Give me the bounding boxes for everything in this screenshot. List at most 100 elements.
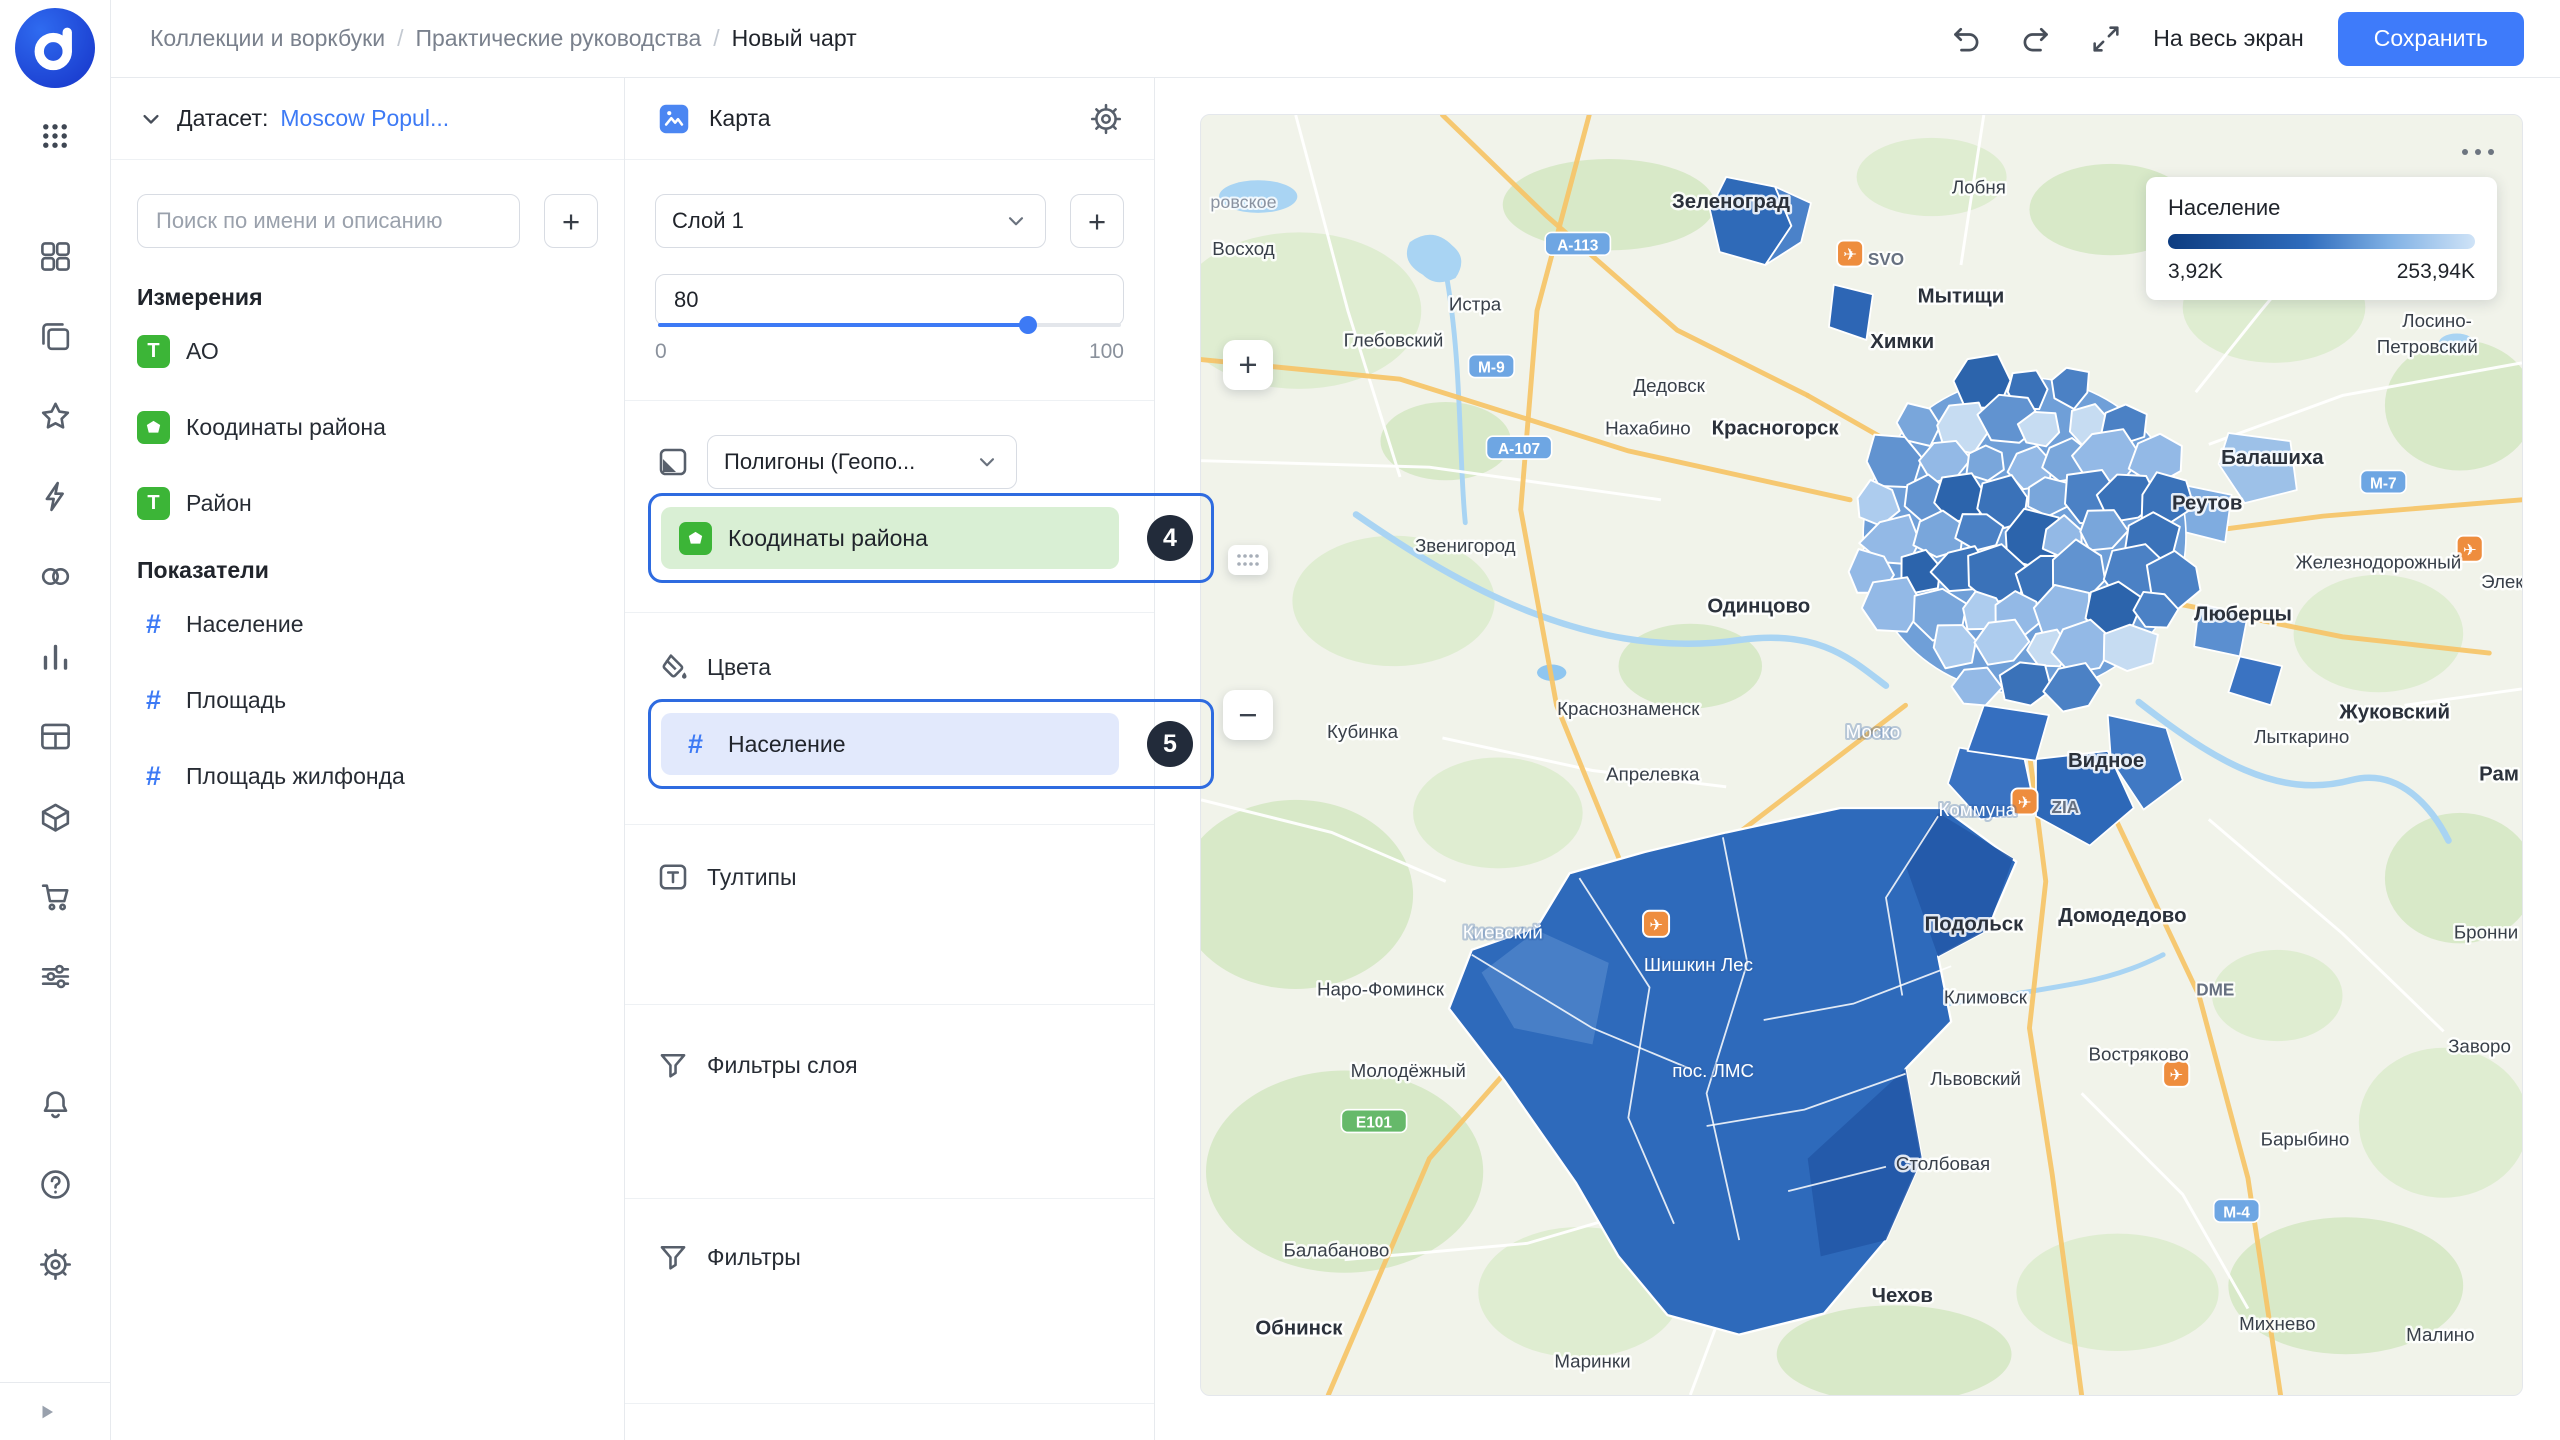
filters-section-row[interactable]: Фильтры: [655, 1231, 1124, 1283]
field-item[interactable]: TАО: [137, 333, 598, 369]
gear-icon[interactable]: [1088, 101, 1124, 137]
tooltip-icon: [655, 859, 691, 895]
content: Датасет: Moscow Popul... + Измерения TАО…: [111, 78, 2560, 1440]
field-label: Площадь: [186, 687, 286, 714]
topbar-actions: На весь экран Сохранить: [1943, 12, 2524, 66]
map-label: Одинцово: [1707, 595, 1810, 617]
map-label: Видное: [2068, 750, 2144, 772]
opacity-slider-track[interactable]: [658, 323, 1121, 327]
search-input[interactable]: [137, 194, 520, 248]
field-item[interactable]: #Площадь: [137, 682, 598, 718]
table-icon[interactable]: [23, 704, 87, 768]
divider: [625, 1198, 1154, 1199]
airplane-icon: ✈: [1843, 246, 1857, 264]
chevron-down-icon: [974, 449, 1000, 475]
map-label: Коммуна: [1939, 799, 2017, 820]
chevron-down-icon: [1003, 208, 1029, 234]
redo-icon[interactable]: [2013, 16, 2059, 62]
add-field-button[interactable]: +: [544, 194, 598, 248]
map-label: Краснознаменск: [1557, 698, 1700, 719]
layer-select[interactable]: Слой 1: [655, 194, 1046, 248]
field-item[interactable]: #Население: [137, 606, 598, 642]
rings-icon[interactable]: [23, 544, 87, 608]
lightning-icon[interactable]: [23, 464, 87, 528]
layer-opacity-control[interactable]: 80: [655, 274, 1124, 326]
fullscreen-label[interactable]: На весь экран: [2153, 25, 2304, 52]
add-layer-button[interactable]: +: [1070, 194, 1124, 248]
breadcrumb-item[interactable]: Практические руководства: [415, 25, 701, 52]
map-menu-button[interactable]: [2456, 143, 2500, 161]
rail-group-bottom: [23, 1072, 87, 1296]
zoom-in-button[interactable]: +: [1223, 340, 1273, 390]
tooltips-section-row[interactable]: Тултипы: [655, 851, 1124, 903]
bell-icon[interactable]: [23, 1072, 87, 1136]
box-icon[interactable]: [23, 784, 87, 848]
measures-title: Показатели: [111, 521, 624, 584]
map-label: Заворо: [2448, 1036, 2511, 1057]
fullscreen-icon[interactable]: [2083, 16, 2129, 62]
map-label: Киевский: [1463, 921, 1543, 942]
undo-icon[interactable]: [1943, 16, 1989, 62]
zoom-grip-handle[interactable]: [1228, 545, 1268, 575]
map-legend: Население 3,92K 253,94K: [2146, 177, 2497, 300]
chevron-down-icon[interactable]: [137, 105, 165, 133]
app-root: Коллекции и воркбуки / Практические руково…: [0, 0, 2560, 1440]
save-button[interactable]: Сохранить: [2338, 12, 2524, 66]
colors-section-row[interactable]: Цвета: [655, 641, 1124, 693]
map-label: Лыткарино: [2254, 726, 2349, 747]
field-item[interactable]: Коодинаты района: [137, 409, 598, 445]
map-label: Климовск: [1944, 987, 2028, 1008]
map-label: Подольск: [1925, 913, 2024, 935]
map-canvas[interactable]: А-113М-9А-107М-7Е101М-4✈✈✈✈✈ЗеленоградЛо…: [1200, 114, 2523, 1396]
dimensions-list: TАО Коодинаты района TРайон: [111, 311, 624, 521]
field-item[interactable]: #Площадь жилфонда: [137, 758, 598, 794]
map-label: Восход: [1212, 238, 1274, 259]
bar-chart-icon[interactable]: [23, 624, 87, 688]
dataset-search-row: +: [111, 160, 624, 248]
copy-icon[interactable]: [23, 304, 87, 368]
opacity-value: 80: [674, 287, 698, 313]
gear-icon[interactable]: [23, 1232, 87, 1296]
dataset-name-link[interactable]: Moscow Popul...: [280, 105, 449, 132]
field-item[interactable]: TРайон: [137, 485, 598, 521]
squares-icon[interactable]: [23, 224, 87, 288]
geometry-type-select[interactable]: Полигоны (Геопо...: [707, 435, 1017, 489]
color-field-chip[interactable]: # Население: [661, 713, 1119, 775]
geopolygon-icon: [679, 522, 712, 555]
map-label: Чехов: [1872, 1285, 1933, 1307]
geopoints-field-chip[interactable]: Коодинаты района: [661, 507, 1119, 569]
legend-title: Население: [2168, 195, 2475, 221]
opacity-min: 0: [655, 340, 667, 364]
breadcrumb-separator: /: [397, 25, 403, 52]
road-badge: М-9: [1478, 360, 1505, 377]
breadcrumb-item: Новый чарт: [732, 25, 857, 52]
airplane-icon: ✈: [1649, 916, 1663, 934]
layer-filters-section-row[interactable]: Фильтры слоя: [655, 1039, 1124, 1091]
divider: [625, 400, 1154, 401]
zoom-out-button[interactable]: −: [1223, 690, 1273, 740]
chart-type-header: Карта: [625, 78, 1154, 160]
field-label: АО: [186, 338, 219, 365]
road-badge: Е101: [1356, 1115, 1393, 1132]
breadcrumb-item[interactable]: Коллекции и воркбуки: [150, 25, 385, 52]
cart-icon[interactable]: [23, 864, 87, 928]
help-icon[interactable]: [23, 1152, 87, 1216]
geopolygon-icon: [137, 411, 170, 444]
annotation-geopoints: Коодинаты района 4: [648, 493, 1214, 583]
opacity-slider-knob[interactable]: [1019, 316, 1037, 334]
star-icon[interactable]: [23, 384, 87, 448]
play-icon[interactable]: [32, 1398, 60, 1426]
chart-type-title[interactable]: Карта: [709, 105, 771, 132]
map-label: DME: [2196, 981, 2234, 1000]
colors-section-label: Цвета: [707, 654, 771, 681]
divider: [625, 1403, 1154, 1404]
map-label: Рам: [2479, 763, 2519, 785]
datalens-logo-icon[interactable]: [15, 8, 95, 88]
divider: [625, 824, 1154, 825]
map-label: Малино: [2406, 1324, 2474, 1345]
field-label: Население: [186, 611, 303, 638]
sliders-icon[interactable]: [23, 944, 87, 1008]
map-label: Балашиха: [2221, 447, 2324, 469]
map-label: Глебовский: [1344, 330, 1444, 351]
apps-grid-icon[interactable]: [23, 104, 87, 168]
